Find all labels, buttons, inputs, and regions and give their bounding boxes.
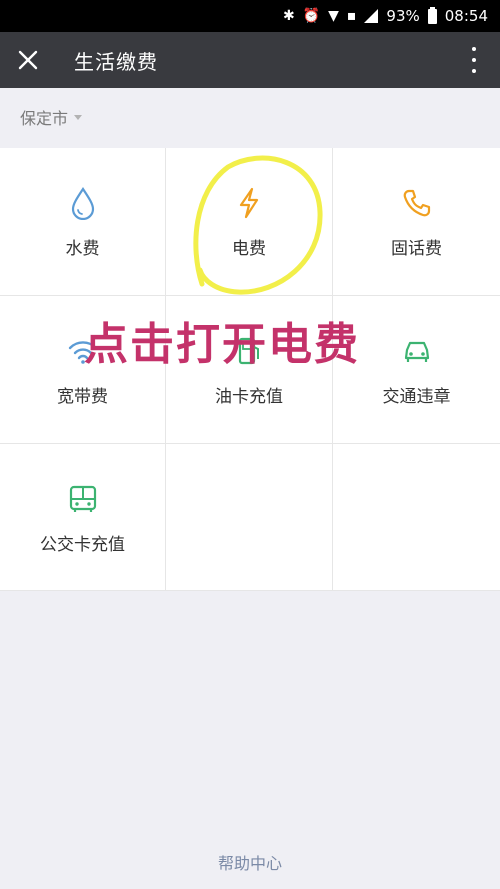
service-grid: 水费 电费 固话费 宽带费 油卡充值 交通违章 公交卡充值 bbox=[0, 148, 500, 591]
page-title: 生活缴费 bbox=[74, 49, 158, 74]
service-broadband[interactable]: 宽带费 bbox=[0, 296, 166, 444]
dropdown-arrow-icon bbox=[74, 114, 83, 120]
signal-icon bbox=[364, 9, 379, 23]
title-bar: 生活缴费 bbox=[0, 32, 500, 88]
bus-icon bbox=[66, 482, 100, 516]
wifi-icon bbox=[66, 334, 100, 368]
status-bar: ✱ ⏰ ▼ ▪ 93% 08:54 bbox=[0, 0, 500, 32]
lightning-icon bbox=[232, 186, 266, 220]
close-icon bbox=[18, 50, 38, 70]
battery-icon bbox=[427, 6, 437, 24]
close-button[interactable] bbox=[0, 32, 56, 88]
battery-level: 93% bbox=[386, 7, 420, 25]
car-icon bbox=[400, 334, 434, 368]
service-label: 水费 bbox=[65, 239, 100, 259]
empty-cell bbox=[333, 444, 500, 591]
service-fuel-card[interactable]: 油卡充值 bbox=[166, 296, 333, 444]
service-bus-card[interactable]: 公交卡充值 bbox=[0, 444, 166, 591]
bluetooth-icon: ✱ bbox=[282, 8, 295, 24]
alarm-icon: ⏰ bbox=[302, 8, 321, 24]
service-landline[interactable]: 固话费 bbox=[333, 148, 500, 296]
service-label: 油卡充值 bbox=[215, 387, 283, 407]
service-label: 公交卡充值 bbox=[40, 535, 125, 555]
more-dot-icon bbox=[472, 68, 476, 73]
more-dot-icon bbox=[472, 47, 476, 52]
help-center-link[interactable]: 帮助中心 bbox=[0, 850, 500, 874]
sim-icon: ▪ bbox=[346, 8, 357, 24]
phone-icon bbox=[400, 186, 434, 220]
service-electricity[interactable]: 电费 bbox=[166, 148, 333, 296]
clock: 08:54 bbox=[444, 7, 488, 25]
empty-cell bbox=[166, 444, 333, 591]
water-drop-icon bbox=[66, 186, 100, 220]
service-label: 宽带费 bbox=[57, 387, 108, 407]
wifi-status-icon: ▼ bbox=[328, 8, 339, 24]
service-traffic-violation[interactable]: 交通违章 bbox=[333, 296, 500, 444]
more-dot-icon bbox=[472, 57, 476, 62]
city-label: 保定市 bbox=[20, 109, 69, 128]
service-label: 交通违章 bbox=[382, 387, 451, 407]
service-water[interactable]: 水费 bbox=[0, 148, 166, 296]
fuel-icon bbox=[232, 334, 266, 368]
more-menu-button[interactable] bbox=[462, 44, 486, 76]
service-label: 固话费 bbox=[391, 239, 442, 259]
city-selector[interactable]: 保定市 bbox=[0, 88, 500, 146]
service-label: 电费 bbox=[232, 239, 266, 259]
